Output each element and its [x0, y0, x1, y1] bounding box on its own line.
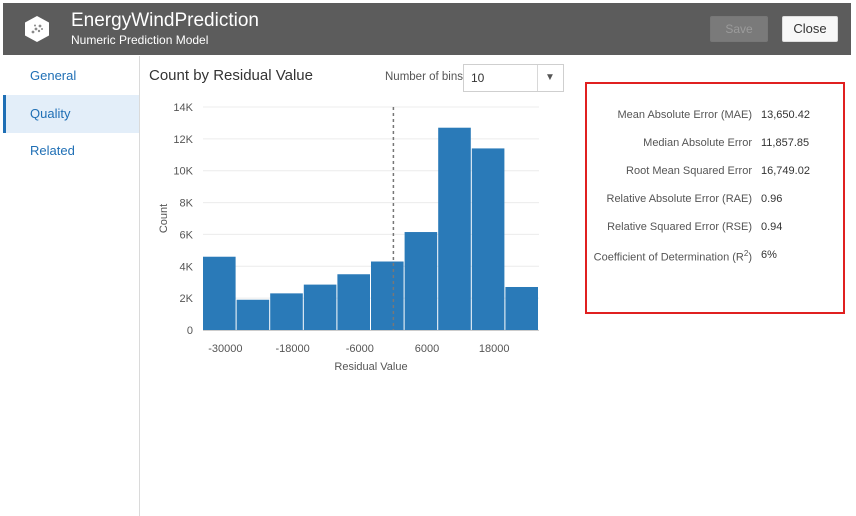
- metric-label-mae: Mean Absolute Error (MAE): [617, 109, 753, 121]
- metric-label-rmse: Root Mean Squared Error: [626, 165, 752, 177]
- metric-label-r2: Coefficient of Determination (R2): [594, 249, 752, 264]
- x-tick-label: 18000: [479, 343, 510, 355]
- x-tick-label: 6000: [415, 343, 439, 355]
- y-tick-label: 10K: [173, 166, 193, 178]
- y-tick-label: 12K: [173, 134, 193, 146]
- y-axis-label: Count: [158, 204, 170, 233]
- metric-value-rse: 0.94: [761, 221, 783, 233]
- histogram-bar: [371, 261, 404, 330]
- x-axis-label: Residual Value: [334, 361, 407, 373]
- metric-value-median-ae: 11,857.85: [761, 137, 810, 149]
- metric-label-median-ae: Median Absolute Error: [643, 137, 752, 149]
- x-tick-label: -6000: [346, 343, 374, 355]
- histogram-bar: [505, 286, 538, 330]
- histogram-bar: [337, 274, 370, 330]
- metric-value-r2: 6%: [761, 249, 777, 261]
- histogram-bar: [203, 256, 236, 330]
- histogram-bar: [438, 127, 471, 330]
- y-tick-label: 4K: [180, 261, 194, 273]
- histogram-bar: [270, 293, 303, 330]
- y-tick-label: 2K: [180, 293, 194, 305]
- histogram-bar: [236, 299, 270, 330]
- metric-label-rae: Relative Absolute Error (RAE): [606, 193, 753, 205]
- metric-value-rmse: 16,749.02: [761, 165, 810, 177]
- quality-metrics-panel: Mean Absolute Error (MAE) 13,650.42 Medi…: [585, 82, 845, 314]
- x-tick-label: -18000: [275, 343, 309, 355]
- y-tick-label: 14K: [173, 102, 193, 114]
- metric-label-r2-suffix: ): [748, 251, 752, 264]
- histogram-bar: [303, 284, 337, 330]
- y-tick-label: 6K: [180, 229, 194, 241]
- metric-value-mae: 13,650.42: [761, 109, 810, 121]
- histogram-bar: [471, 148, 505, 330]
- y-tick-label: 8K: [180, 198, 194, 210]
- y-tick-label: 0: [187, 325, 193, 337]
- histogram-bar: [404, 232, 438, 330]
- metric-label-r2-text: Coefficient of Determination (R: [593, 251, 744, 264]
- metric-label-rse: Relative Squared Error (RSE): [607, 221, 752, 233]
- x-tick-label: -30000: [208, 343, 242, 355]
- metric-value-rae: 0.96: [761, 193, 783, 205]
